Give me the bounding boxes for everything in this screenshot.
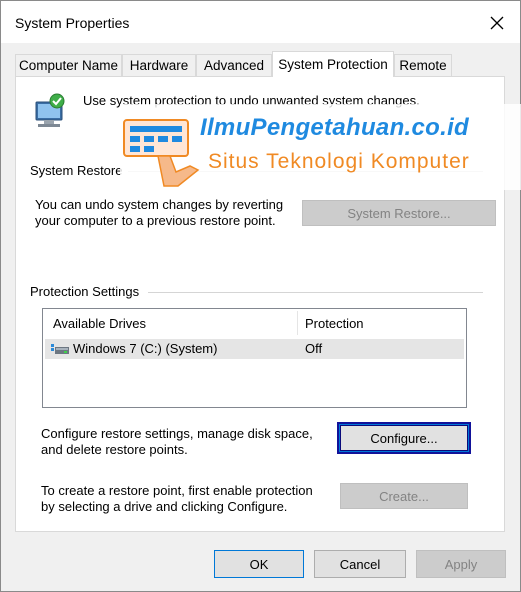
- ok-button[interactable]: OK: [214, 550, 304, 578]
- system-restore-button[interactable]: System Restore...: [302, 200, 496, 226]
- tab-hardware[interactable]: Hardware: [122, 54, 196, 76]
- close-icon: [490, 16, 504, 30]
- cancel-button[interactable]: Cancel: [314, 550, 406, 578]
- tab-label: Advanced: [203, 58, 265, 73]
- button-label: OK: [249, 556, 269, 572]
- configure-description-line-1: Configure restore settings, manage disk …: [41, 426, 313, 441]
- watermark: IlmuPengetahuan.co.id Situs Teknologi Ko…: [120, 104, 521, 190]
- restore-description-line-1: You can undo system changes by reverting: [35, 197, 284, 212]
- table-row[interactable]: Windows 7 (C:) (System) Off: [45, 339, 464, 359]
- create-description-line-1: To create a restore point, first enable …: [41, 483, 313, 498]
- button-label: Apply: [444, 556, 478, 572]
- column-separator[interactable]: [297, 311, 298, 335]
- create-button[interactable]: Create...: [340, 483, 468, 509]
- column-header-label: Available Drives: [53, 315, 146, 331]
- computer-shield-icon: [35, 93, 65, 127]
- drives-list[interactable]: Available Drives Protection Windows 7 (C…: [42, 308, 467, 408]
- system-restore-group-label: System Restore: [30, 163, 129, 178]
- tab-remote[interactable]: Remote: [394, 54, 452, 76]
- drive-protection-status: Off: [305, 341, 323, 356]
- apply-button[interactable]: Apply: [416, 550, 506, 578]
- close-button[interactable]: [475, 7, 519, 39]
- column-header-drives[interactable]: Available Drives: [53, 309, 293, 337]
- button-label: System Restore...: [347, 205, 451, 221]
- button-label: Create...: [379, 488, 429, 504]
- tab-advanced[interactable]: Advanced: [196, 54, 272, 76]
- drive-name: Windows 7 (C:) (System): [73, 341, 218, 356]
- button-label: Cancel: [339, 556, 381, 572]
- tab-label: System Protection: [278, 57, 388, 72]
- title-bar: System Properties: [1, 1, 520, 43]
- protection-settings-group-label: Protection Settings: [30, 284, 146, 299]
- restore-description-line-2: your computer to a previous restore poin…: [35, 213, 276, 228]
- tab-label: Computer Name: [18, 58, 119, 73]
- tab-computer-name[interactable]: Computer Name: [15, 54, 122, 76]
- column-header-label: Protection: [305, 315, 364, 331]
- hard-drive-icon: [51, 344, 69, 354]
- tab-system-protection[interactable]: System Protection: [272, 51, 394, 77]
- configure-button[interactable]: Configure...: [337, 422, 471, 454]
- create-description-line-2: by selecting a drive and clicking Config…: [41, 499, 288, 514]
- laptop-hand-logo: [123, 119, 200, 187]
- window-title: System Properties: [15, 15, 130, 31]
- watermark-title: IlmuPengetahuan.co.id: [200, 114, 469, 141]
- tab-label: Hardware: [129, 58, 189, 73]
- column-header-protection[interactable]: Protection: [305, 309, 455, 337]
- tab-label: Remote: [399, 58, 447, 73]
- configure-description-line-2: and delete restore points.: [41, 442, 188, 457]
- divider: [148, 292, 483, 293]
- button-label: Configure...: [370, 430, 438, 446]
- watermark-subtitle: Situs Teknologi Komputer: [208, 150, 470, 173]
